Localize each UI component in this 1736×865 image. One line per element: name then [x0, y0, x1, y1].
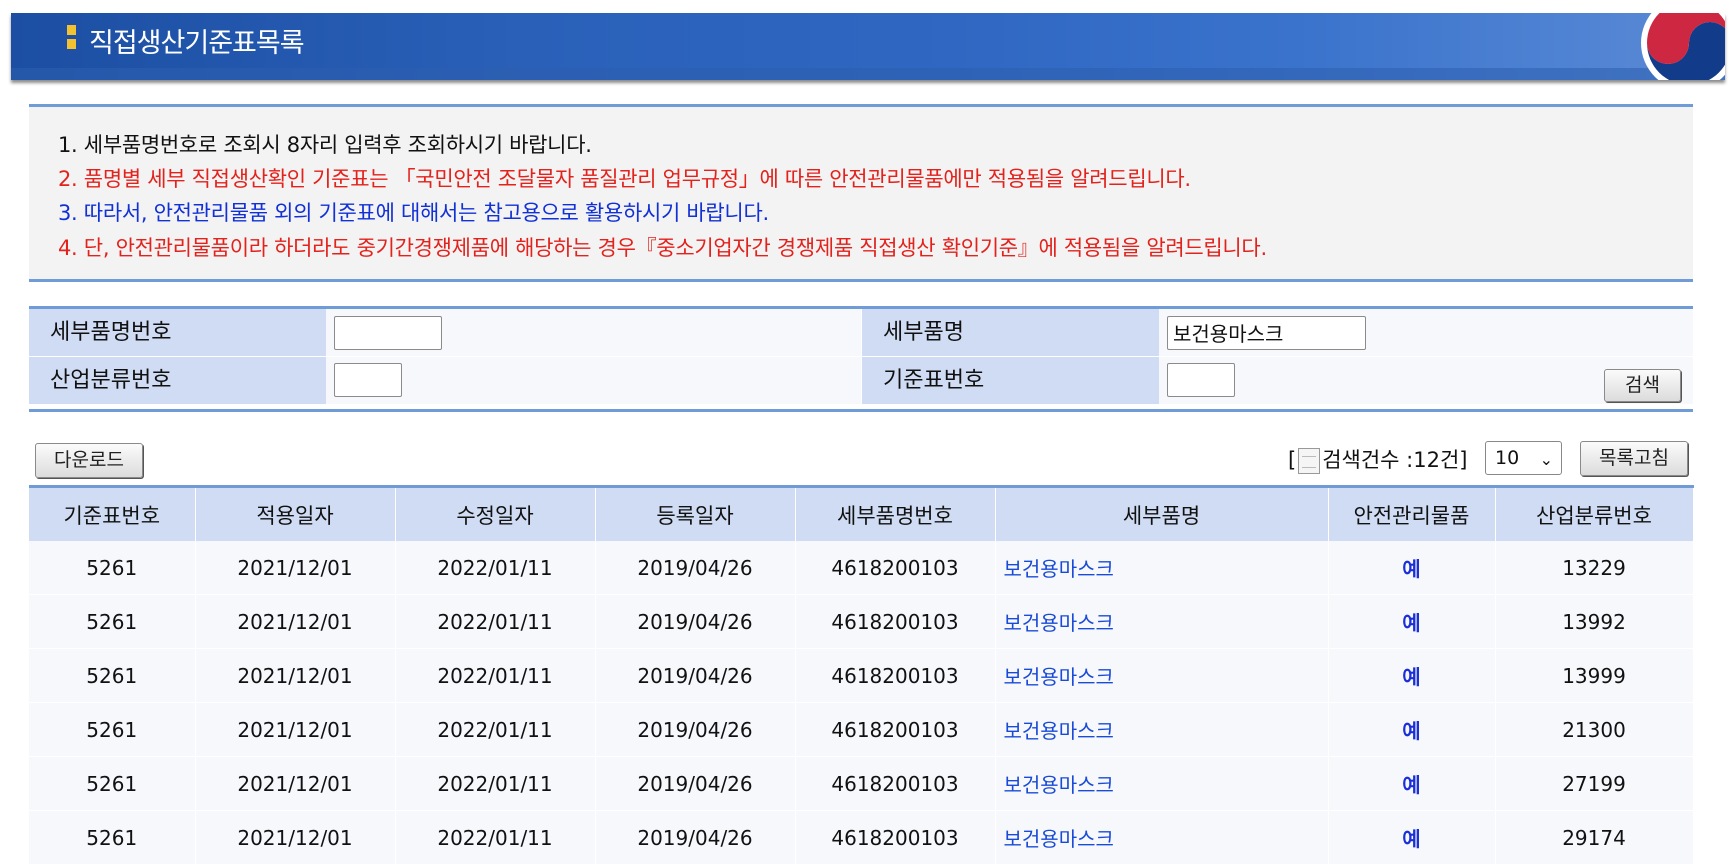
- standard-no-label: 기준표번호: [862, 357, 1159, 404]
- notice-line-3: 3. 따라서, 안전관리물품 외의 기준표에 대해서는 참고용으로 활용하시기 …: [58, 201, 769, 225]
- cell-standard-no: 5261: [29, 702, 196, 757]
- cell-apply-date: 2021/12/01: [195, 648, 396, 703]
- industry-no-input[interactable]: [334, 363, 402, 397]
- cell-detail-no: 4618200103: [795, 594, 996, 649]
- cell-apply-date: 2021/12/01: [195, 541, 396, 595]
- detail-no-input[interactable]: [334, 316, 442, 350]
- cell-register-date: 2019/04/26: [595, 756, 796, 811]
- detail-name-cell: 보건용마스크: [1159, 309, 1693, 356]
- search-form: 세부품명번호 세부품명 보건용마스크 산업분류번호 기준표번호 검색: [29, 306, 1693, 412]
- col-header-safety-item[interactable]: 안전관리물품: [1328, 486, 1496, 541]
- search-button[interactable]: 검색: [1604, 369, 1681, 402]
- refresh-list-button[interactable]: 목록고침: [1580, 441, 1688, 476]
- table-header-row: 기준표번호 적용일자 수정일자 등록일자 세부품명번호 세부품명 안전관리물품 …: [29, 486, 1694, 541]
- cell-detail-no: 4618200103: [795, 702, 996, 757]
- cell-safety-item: 예: [1328, 541, 1496, 595]
- cell-register-date: 2019/04/26: [595, 702, 796, 757]
- col-header-detail-name[interactable]: 세부품명: [995, 486, 1329, 541]
- header-stripe: [11, 68, 1725, 80]
- col-header-detail-no[interactable]: 세부품명번호: [795, 486, 996, 541]
- cell-standard-no: 5261: [29, 648, 196, 703]
- col-header-modify-date[interactable]: 수정일자: [395, 486, 596, 541]
- title-bullet-icon: [67, 39, 76, 49]
- col-header-industry-no[interactable]: 산업분류번호: [1495, 486, 1694, 541]
- cell-register-date: 2019/04/26: [595, 541, 796, 595]
- cell-apply-date: 2021/12/01: [195, 810, 396, 865]
- cell-safety-item: 예: [1328, 756, 1496, 811]
- detail-name-label: 세부품명: [862, 309, 1159, 356]
- standard-no-input[interactable]: [1167, 363, 1235, 397]
- detail-name-link[interactable]: 보건용마스크: [995, 810, 1329, 865]
- chevron-down-icon: ⌄: [1539, 450, 1553, 469]
- cell-industry-no: 13992: [1495, 594, 1694, 649]
- cell-standard-no: 5261: [29, 541, 196, 595]
- detail-name-link[interactable]: 보건용마스크: [995, 702, 1329, 757]
- cell-modify-date: 2022/01/11: [395, 756, 596, 811]
- cell-detail-no: 4618200103: [795, 756, 996, 811]
- results-table: 기준표번호 적용일자 수정일자 등록일자 세부품명번호 세부품명 안전관리물품 …: [29, 485, 1694, 865]
- page-title: 직접생산기준표목록: [89, 28, 305, 59]
- table-row: 5261 2021/12/01 2022/01/11 2019/04/26 46…: [29, 541, 1694, 595]
- cell-safety-item: 예: [1328, 702, 1496, 757]
- cell-industry-no: 13999: [1495, 648, 1694, 703]
- result-count: [ 검색건수 :12건]: [1288, 444, 1467, 474]
- cell-industry-no: 27199: [1495, 756, 1694, 811]
- table-row: 5261 2021/12/01 2022/01/11 2019/04/26 46…: [29, 810, 1694, 865]
- document-icon: [1298, 448, 1321, 474]
- industry-no-cell: [326, 357, 861, 404]
- title-bullet-icon: [67, 25, 76, 35]
- cell-modify-date: 2022/01/11: [395, 810, 596, 865]
- cell-standard-no: 5261: [29, 756, 196, 811]
- detail-name-link[interactable]: 보건용마스크: [995, 594, 1329, 649]
- notice-box: 1. 세부품명번호로 조회시 8자리 입력후 조회하시기 바랍니다. 2. 품명…: [29, 104, 1693, 282]
- col-header-apply-date[interactable]: 적용일자: [195, 486, 396, 541]
- cell-modify-date: 2022/01/11: [395, 648, 596, 703]
- col-header-standard-no[interactable]: 기준표번호: [29, 486, 196, 541]
- cell-detail-no: 4618200103: [795, 810, 996, 865]
- table-row: 5261 2021/12/01 2022/01/11 2019/04/26 46…: [29, 702, 1694, 757]
- cell-industry-no: 21300: [1495, 702, 1694, 757]
- detail-no-label: 세부품명번호: [29, 309, 326, 356]
- detail-name-input[interactable]: 보건용마스크: [1167, 316, 1366, 350]
- industry-no-label: 산업분류번호: [29, 357, 326, 404]
- cell-apply-date: 2021/12/01: [195, 756, 396, 811]
- download-button[interactable]: 다운로드: [35, 443, 143, 478]
- page-size-select[interactable]: 10 ⌄: [1485, 441, 1562, 475]
- cell-register-date: 2019/04/26: [595, 648, 796, 703]
- cell-apply-date: 2021/12/01: [195, 594, 396, 649]
- cell-apply-date: 2021/12/01: [195, 702, 396, 757]
- cell-register-date: 2019/04/26: [595, 594, 796, 649]
- notice-line-4: 4. 단, 안전관리물품이라 하더라도 중기간경쟁제품에 해당하는 경우『중소기…: [58, 236, 1267, 260]
- detail-name-link[interactable]: 보건용마스크: [995, 648, 1329, 703]
- cell-detail-no: 4618200103: [795, 648, 996, 703]
- cell-modify-date: 2022/01/11: [395, 702, 596, 757]
- table-row: 5261 2021/12/01 2022/01/11 2019/04/26 46…: [29, 648, 1694, 703]
- cell-safety-item: 예: [1328, 594, 1496, 649]
- cell-modify-date: 2022/01/11: [395, 541, 596, 595]
- notice-line-2: 2. 품명별 세부 직접생산확인 기준표는 「국민안전 조달물자 품질관리 업무…: [58, 167, 1191, 191]
- cell-safety-item: 예: [1328, 810, 1496, 865]
- table-row: 5261 2021/12/01 2022/01/11 2019/04/26 46…: [29, 594, 1694, 649]
- col-header-register-date[interactable]: 등록일자: [595, 486, 796, 541]
- count-bracket: [: [1288, 448, 1297, 472]
- table-row: 5261 2021/12/01 2022/01/11 2019/04/26 46…: [29, 756, 1694, 811]
- count-text: 검색건수 :12건]: [1322, 448, 1468, 472]
- cell-industry-no: 29174: [1495, 810, 1694, 865]
- detail-name-link[interactable]: 보건용마스크: [995, 756, 1329, 811]
- page-size-value: 10: [1495, 447, 1520, 469]
- cell-safety-item: 예: [1328, 648, 1496, 703]
- cell-detail-no: 4618200103: [795, 541, 996, 595]
- cell-standard-no: 5261: [29, 594, 196, 649]
- detail-no-cell: [326, 309, 861, 356]
- cell-standard-no: 5261: [29, 810, 196, 865]
- government-emblem-icon: [1641, 13, 1725, 80]
- detail-name-link[interactable]: 보건용마스크: [995, 541, 1329, 595]
- page-header: 직접생산기준표목록: [11, 13, 1725, 80]
- cell-modify-date: 2022/01/11: [395, 594, 596, 649]
- cell-register-date: 2019/04/26: [595, 810, 796, 865]
- cell-industry-no: 13229: [1495, 541, 1694, 595]
- notice-line-1: 1. 세부품명번호로 조회시 8자리 입력후 조회하시기 바랍니다.: [58, 133, 592, 157]
